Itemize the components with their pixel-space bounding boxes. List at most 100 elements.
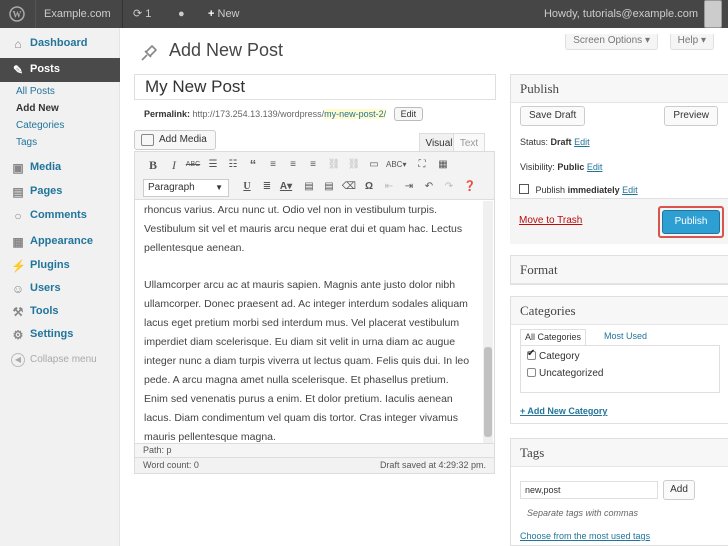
blockquote-icon[interactable]: “ xyxy=(245,157,261,173)
save-draft-button[interactable]: Save Draft xyxy=(520,106,586,126)
move-to-trash-link[interactable]: Move to Trash xyxy=(519,215,582,226)
bold-icon[interactable]: B xyxy=(145,157,161,173)
choose-most-used-tags-link[interactable]: Choose from the most used tags xyxy=(520,531,650,541)
sidebar-item-posts[interactable]: ✎ Posts xyxy=(0,58,120,82)
kitchen-sink-icon[interactable]: ▦ xyxy=(435,157,451,173)
page-title: Add New Post xyxy=(169,40,284,60)
tab-text[interactable]: Text xyxy=(453,133,485,153)
edit-visibility-link[interactable]: Edit xyxy=(587,162,603,172)
comments-bubble-icon[interactable]: ● xyxy=(178,0,185,28)
new-content-link[interactable]: + New xyxy=(208,0,240,28)
spellcheck-icon[interactable]: ABC▾ xyxy=(386,157,406,173)
checkbox-unchecked[interactable] xyxy=(527,368,536,377)
special-character-icon[interactable]: Ω xyxy=(361,179,377,195)
plugins-icon: ⚡ xyxy=(11,259,26,273)
collapse-menu-button[interactable]: ◀ Collapse menu xyxy=(0,351,120,371)
sidebar-subitem-tags[interactable]: Tags xyxy=(16,137,37,148)
category-item[interactable]: Category xyxy=(527,348,580,362)
permalink-slug[interactable]: my-new-post-2/ xyxy=(324,109,387,119)
admin-bar: W Example.com ⟳ 1 ● + New Howdy, tutoria… xyxy=(0,0,728,28)
editor-content-area[interactable]: rhoncus varius. Arcu nunc ut. Odio vel n… xyxy=(135,201,482,443)
help-button[interactable]: Help ▾ xyxy=(669,34,714,50)
add-new-category-link[interactable]: + Add New Category xyxy=(520,406,607,416)
tab-all-categories[interactable]: All Categories xyxy=(520,329,587,345)
sidebar-item-pages[interactable]: ▤ Pages xyxy=(0,180,120,204)
sidebar-item-label: Plugins xyxy=(30,259,70,271)
format-select-value: Paragraph xyxy=(148,182,195,193)
numbered-list-icon[interactable]: ☷ xyxy=(225,157,241,173)
tab-most-used[interactable]: Most Used xyxy=(604,329,647,345)
underline-icon[interactable]: U xyxy=(239,179,255,195)
publish-button[interactable]: Publish xyxy=(662,210,720,234)
checkbox-checked[interactable] xyxy=(527,348,536,360)
permalink-row: Permalink: http://173.254.13.139/wordpre… xyxy=(144,107,424,121)
edit-status-link[interactable]: Edit xyxy=(574,137,590,147)
indent-icon[interactable]: ⇥ xyxy=(401,179,417,195)
sidebar-item-appearance[interactable]: ▦ Appearance xyxy=(0,230,120,254)
categories-tabs: All Categories Most Used xyxy=(520,329,720,345)
insert-link-icon[interactable]: ⛓ xyxy=(326,157,342,173)
preview-button[interactable]: Preview xyxy=(664,106,718,126)
sidebar-item-dashboard[interactable]: ⌂ Dashboard xyxy=(0,32,120,56)
permalink-base[interactable]: http://173.254.13.139/wordpress/ xyxy=(193,109,325,119)
sidebar-item-comments[interactable]: ○ Comments xyxy=(0,204,120,228)
wordpress-logo-icon[interactable]: W xyxy=(0,0,36,28)
sidebar-subitem-categories[interactable]: Categories xyxy=(16,120,64,131)
sidebar-item-label: Settings xyxy=(30,328,74,340)
clear-formatting-icon[interactable]: ⌫ xyxy=(341,179,357,195)
avatar[interactable] xyxy=(704,0,722,28)
publish-actions: Move to Trash Publish xyxy=(510,198,728,244)
edit-schedule-link[interactable]: Edit xyxy=(622,185,638,195)
bullet-list-icon[interactable]: ☰ xyxy=(205,157,221,173)
text-color-icon[interactable]: A▾ xyxy=(278,179,294,195)
align-left-icon[interactable]: ≡ xyxy=(265,157,281,173)
editor-scrollbar[interactable] xyxy=(483,201,493,443)
strikethrough-icon[interactable]: ABC xyxy=(185,157,201,173)
users-icon: ☺ xyxy=(11,282,25,296)
sidebar-subitem-all-posts[interactable]: All Posts xyxy=(16,86,55,97)
tag-input[interactable]: new,post xyxy=(520,481,658,499)
read-more-icon[interactable]: ▭ xyxy=(366,157,382,173)
outdent-icon[interactable]: ⇤ xyxy=(381,179,397,195)
undo-icon[interactable]: ↶ xyxy=(421,179,437,195)
screen-meta-links: Screen Options ▾ Help ▾ xyxy=(564,34,714,50)
pin-icon: ✎ xyxy=(12,63,24,77)
paste-text-icon[interactable]: ▤ xyxy=(301,179,317,195)
redo-icon[interactable]: ↷ xyxy=(441,179,457,195)
site-name-link[interactable]: Example.com xyxy=(44,0,111,28)
sidebar-item-users[interactable]: ☺ Users xyxy=(0,277,120,301)
format-box[interactable]: Format xyxy=(510,255,728,285)
align-right-icon[interactable]: ≡ xyxy=(305,157,321,173)
paragraph-format-select[interactable]: Paragraph ▼ xyxy=(143,179,229,197)
paste-word-icon[interactable]: ▤ xyxy=(321,179,337,195)
visibility-label: Visibility: xyxy=(520,162,555,172)
add-media-button[interactable]: Add Media xyxy=(134,130,216,150)
publish-schedule-row: Publish immediately Edit xyxy=(519,184,638,195)
scrollbar-thumb[interactable] xyxy=(484,347,492,437)
fullscreen-icon[interactable]: ⛶ xyxy=(414,157,430,173)
sidebar-item-plugins[interactable]: ⚡ Plugins xyxy=(0,254,120,278)
chevron-down-icon: ▾ xyxy=(644,35,650,46)
sidebar-item-settings[interactable]: ⚙ Settings xyxy=(0,323,120,347)
justify-icon[interactable]: ≣ xyxy=(259,179,275,195)
howdy-account-link[interactable]: Howdy, tutorials@example.com xyxy=(544,0,698,28)
italic-icon[interactable]: I xyxy=(166,157,182,173)
screen-options-button[interactable]: Screen Options ▾ xyxy=(565,34,658,50)
sidebar-item-label: Users xyxy=(30,282,61,294)
admin-bar-divider xyxy=(122,0,123,28)
permalink-edit-button[interactable]: Edit xyxy=(393,107,424,121)
post-title-input[interactable]: My New Post xyxy=(134,74,496,100)
help-icon[interactable]: ❓ xyxy=(462,179,478,195)
sidebar-subitem-add-new[interactable]: Add New xyxy=(16,103,59,114)
category-item[interactable]: Uncategorized xyxy=(527,368,603,379)
add-tag-button[interactable]: Add xyxy=(663,480,695,500)
add-media-label: Add Media xyxy=(159,134,207,145)
publish-schedule-value: immediately xyxy=(567,185,620,195)
sidebar-item-tools[interactable]: ⚒ Tools xyxy=(0,300,120,324)
categories-box: Categories All Categories Most Used Cate… xyxy=(510,296,728,424)
sidebar-item-media[interactable]: ▣ Media xyxy=(0,156,120,180)
unlink-icon[interactable]: ⛓ xyxy=(346,157,362,173)
updates-link[interactable]: ⟳ 1 xyxy=(133,0,151,28)
align-center-icon[interactable]: ≡ xyxy=(285,157,301,173)
updates-count: 1 xyxy=(145,8,152,20)
